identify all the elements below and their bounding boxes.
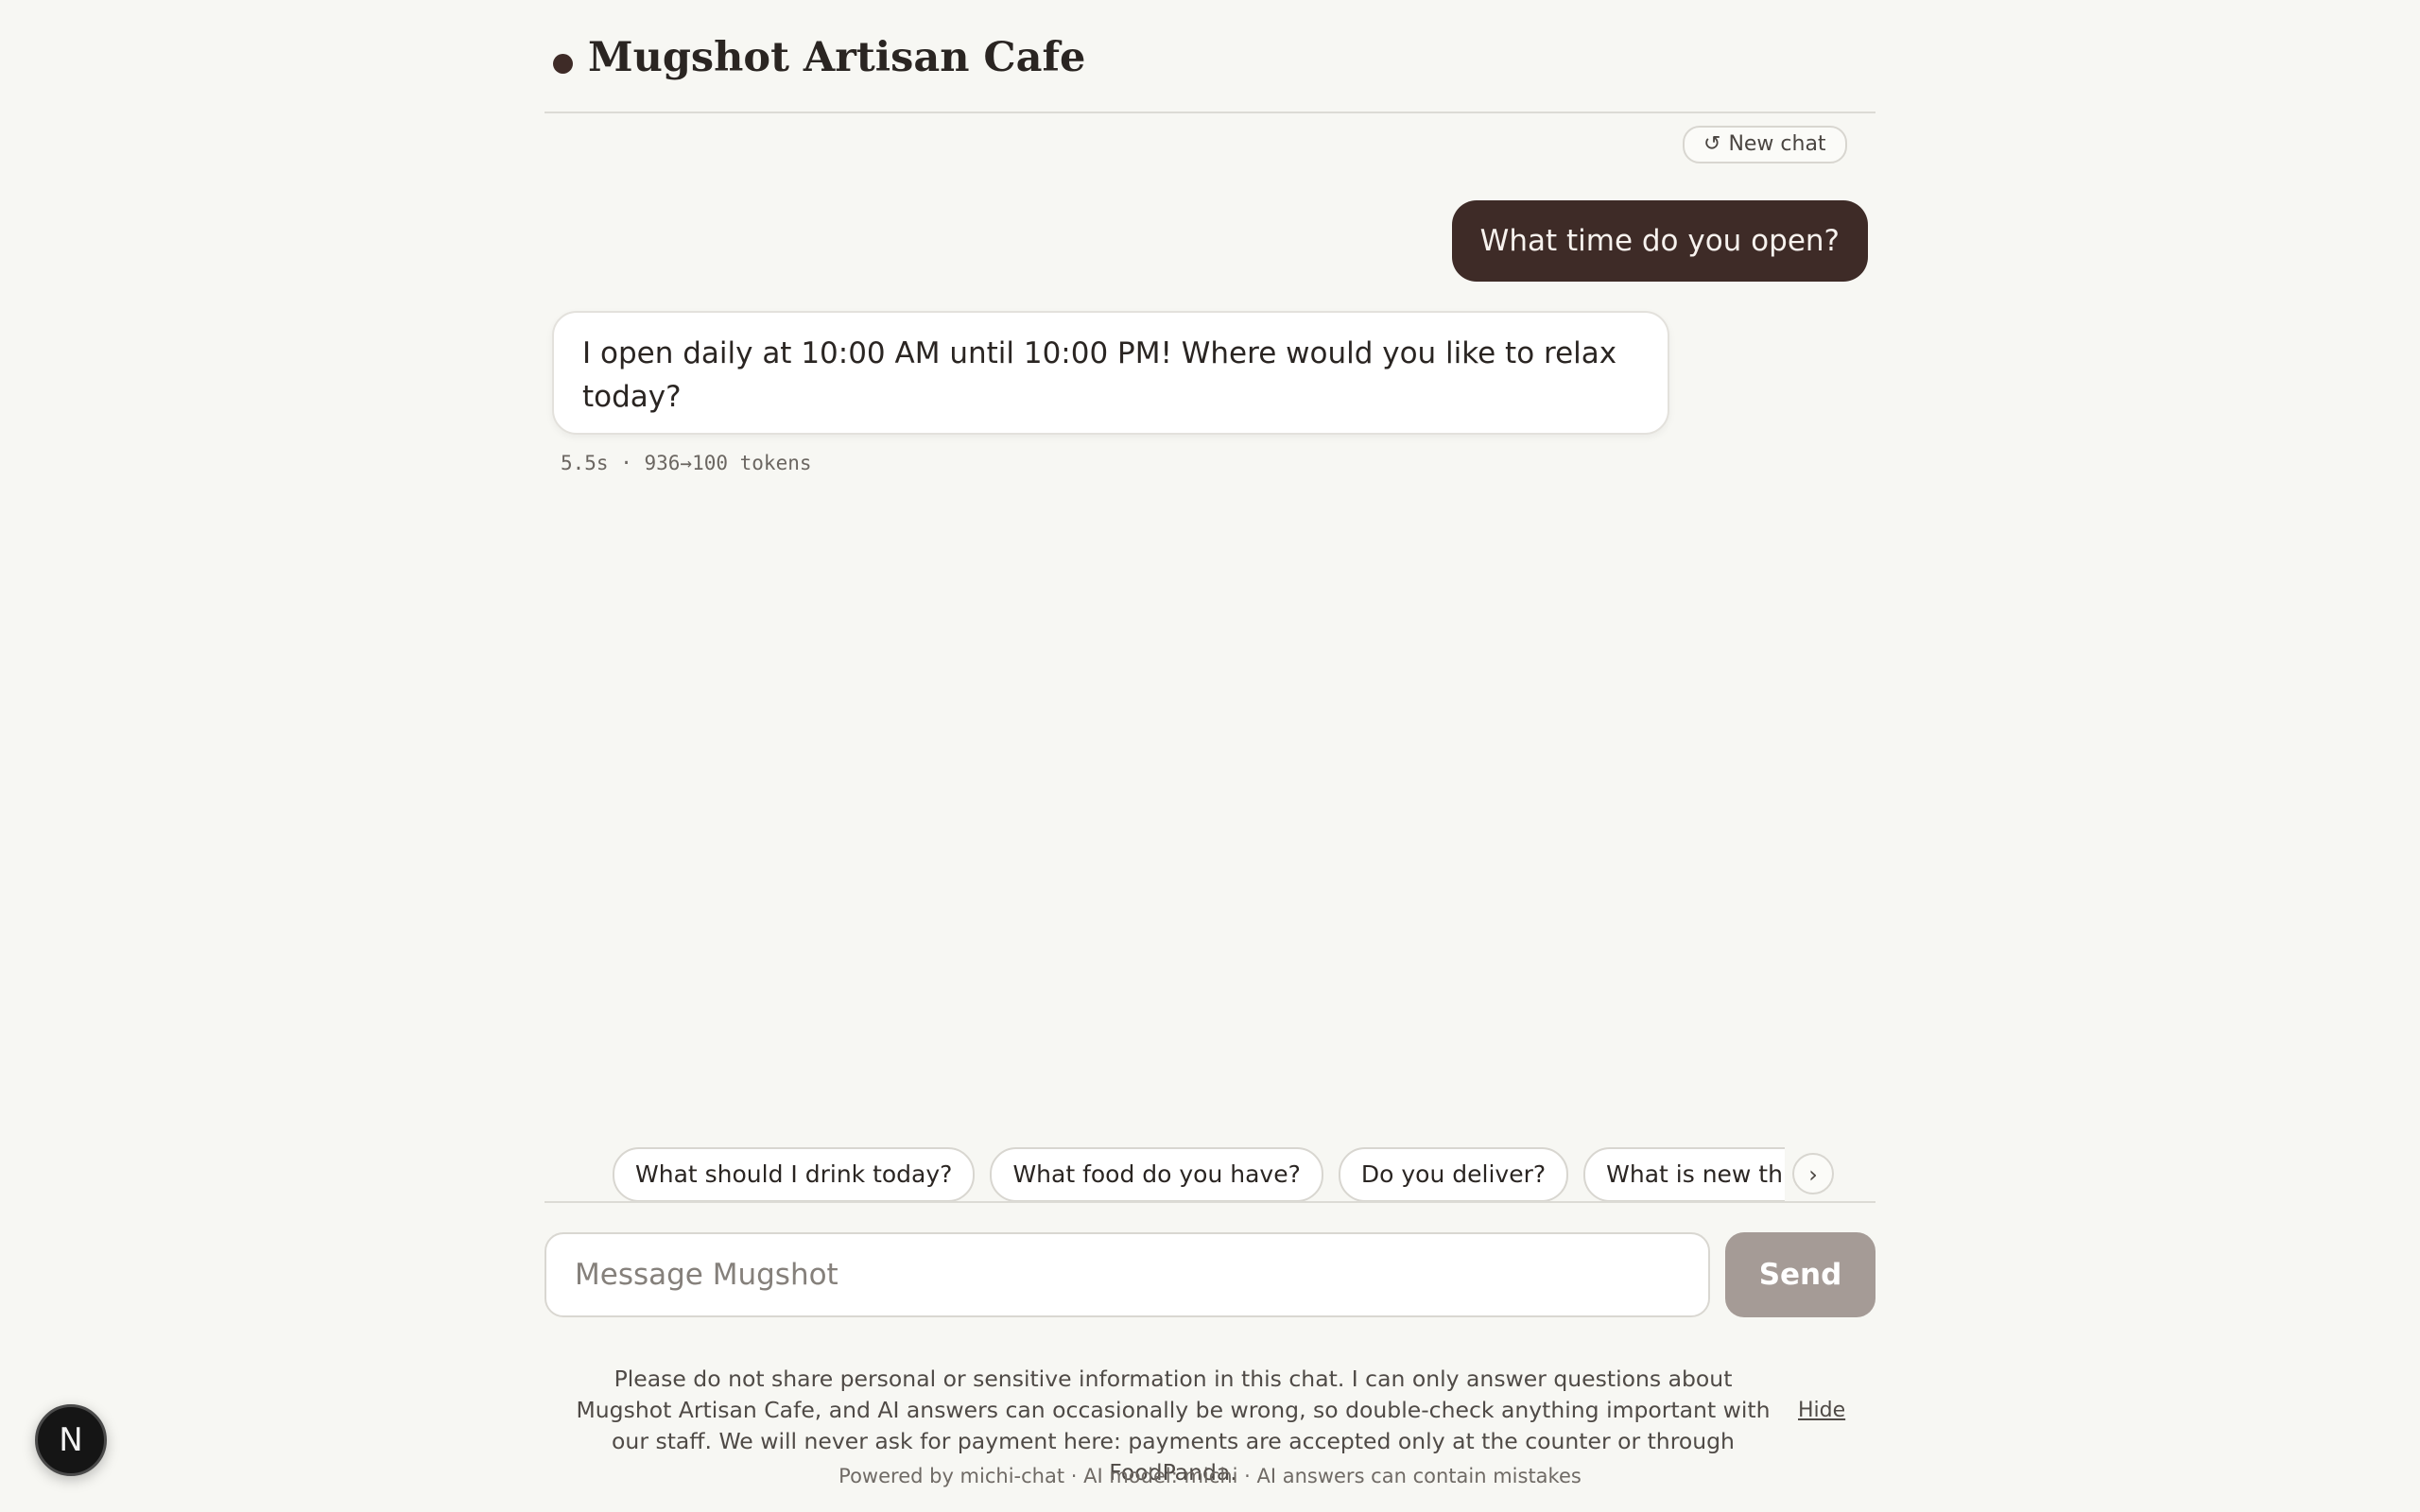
message-input[interactable]: [544, 1232, 1710, 1317]
message-meta: 5.5s · 936→100 tokens: [561, 452, 812, 474]
hide-disclaimer-link[interactable]: Hide: [1798, 1395, 1845, 1426]
status-dot-icon: [553, 54, 573, 74]
new-chat-label: New chat: [1728, 132, 1826, 156]
send-button[interactable]: Send: [1725, 1232, 1876, 1317]
chat-column: Mugshot Artisan Cafe ↺ New chat What tim…: [544, 0, 1876, 1512]
chevron-right-icon[interactable]: ›: [1792, 1153, 1834, 1194]
dev-tools-badge-icon[interactable]: N: [35, 1404, 107, 1476]
chat-header: Mugshot Artisan Cafe: [544, 0, 1876, 113]
powered-by-footer: Powered by michi-chat · AI model: michi …: [838, 1465, 1582, 1487]
suggestion-track: What should I drink today? What food do …: [613, 1147, 1785, 1202]
new-chat-button[interactable]: ↺ New chat: [1683, 126, 1847, 163]
refresh-icon: ↺: [1703, 132, 1721, 156]
composer-divider: [544, 1201, 1876, 1203]
suggestion-chip[interactable]: What is new this season?: [1583, 1147, 1785, 1202]
suggestion-chip[interactable]: What food do you have?: [990, 1147, 1323, 1202]
suggestion-chip[interactable]: What should I drink today?: [613, 1147, 976, 1202]
user-message: What time do you open?: [1451, 200, 1868, 282]
suggestion-bar: What should I drink today? What food do …: [613, 1147, 1879, 1202]
page-title: Mugshot Artisan Cafe: [588, 34, 1086, 81]
suggestion-chip[interactable]: Do you deliver?: [1338, 1147, 1569, 1202]
chat-app: Mugshot Artisan Cafe ↺ New chat What tim…: [0, 0, 2420, 1512]
assistant-message: I open daily at 10:00 AM until 10:00 PM!…: [552, 311, 1669, 435]
